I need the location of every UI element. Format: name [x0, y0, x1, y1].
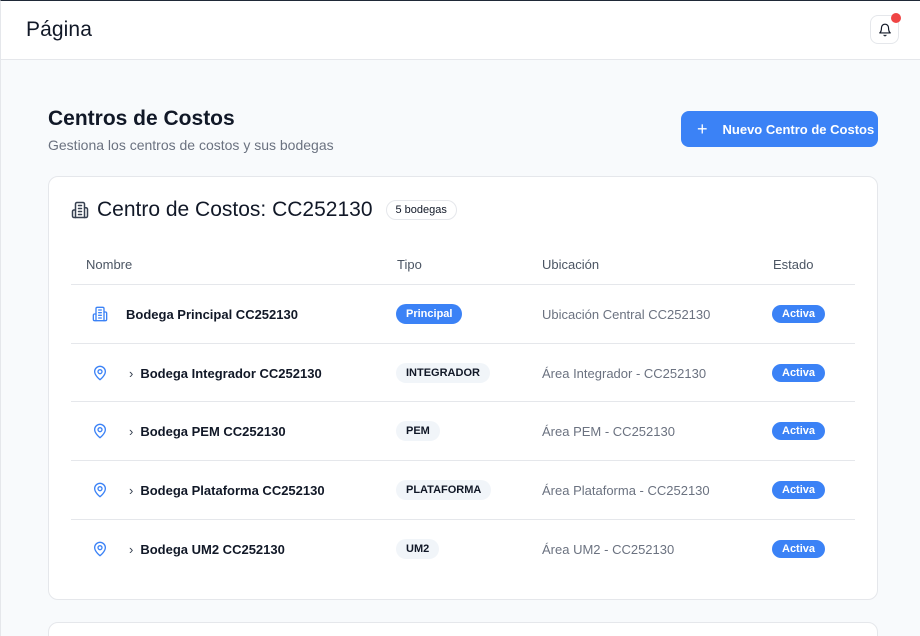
top-bar: Página — [1, 1, 920, 60]
plus-icon: + — [697, 119, 708, 139]
table-row[interactable]: Bodega Principal CC252130 Principal Ubic… — [71, 284, 855, 343]
status-badge: Activa — [772, 364, 826, 382]
map-pin-icon — [94, 423, 106, 439]
table-row[interactable]: › Bodega UM2 CC252130 UM2 Área UM2 - CC2… — [71, 519, 855, 578]
new-cost-center-label: Nuevo Centro de Costos — [722, 121, 875, 137]
location-text: Área Integrador - CC252130 — [542, 365, 707, 381]
status-cell: Activa — [772, 520, 826, 578]
map-pin-icon — [94, 365, 106, 381]
warehouse-name: Bodega Principal CC252130 — [126, 306, 298, 322]
status-cell: Activa — [772, 344, 826, 402]
warehouse-count-badge: 5 bodegas — [385, 200, 457, 220]
table-row[interactable]: › Bodega Plataforma CC252130 PLATAFORMA … — [71, 460, 855, 519]
type-badge: PEM — [396, 421, 440, 441]
type-cell: PLATAFORMA — [396, 461, 492, 519]
page-title: Centros de Costos — [48, 107, 235, 130]
location-text: Ubicación Central CC252130 — [542, 306, 711, 322]
type-badge: UM2 — [396, 539, 440, 559]
notifications-button[interactable] — [870, 13, 901, 44]
status-badge: Activa — [772, 540, 826, 558]
chevron-right-icon[interactable]: › — [129, 483, 133, 498]
type-badge: Principal — [396, 304, 463, 324]
column-header-name[interactable]: Nombre — [86, 257, 132, 272]
warehouse-name: Bodega UM2 CC252130 — [140, 541, 285, 557]
name-cell: › Bodega PEM CC252130 — [71, 402, 396, 460]
status-cell: Activa — [772, 461, 826, 519]
map-pin-icon — [94, 541, 106, 557]
name-cell: › Bodega Plataforma CC252130 — [71, 461, 396, 519]
type-cell: UM2 — [396, 520, 440, 578]
status-badge: Activa — [772, 481, 826, 499]
table-row[interactable]: › Bodega PEM CC252130 PEM Área PEM - CC2… — [71, 401, 855, 460]
table-row[interactable]: › Bodega Integrador CC252130 INTEGRADOR … — [71, 343, 855, 402]
type-cell: INTEGRADOR — [396, 344, 490, 402]
building-icon — [92, 306, 108, 322]
chevron-right-icon[interactable]: › — [129, 424, 133, 439]
name-cell: › Bodega Integrador CC252130 — [71, 344, 396, 402]
status-cell: Activa — [772, 402, 826, 460]
chevron-right-icon[interactable]: › — [129, 542, 133, 557]
map-pin-icon — [94, 482, 106, 498]
column-header-type[interactable]: Tipo — [397, 257, 422, 272]
status-badge: Activa — [772, 422, 826, 440]
type-badge: PLATAFORMA — [396, 480, 492, 500]
cost-center-header: Centro de Costos: CC252130 5 bodegas — [71, 198, 457, 222]
cost-center-card: Centro de Costos: CC252130 5 bodegas Nom… — [48, 176, 878, 600]
warehouse-name: Bodega Integrador CC252130 — [140, 365, 322, 381]
name-cell: Bodega Principal CC252130 — [71, 285, 396, 343]
chevron-right-icon[interactable]: › — [129, 366, 133, 381]
warehouse-name: Bodega Plataforma CC252130 — [140, 482, 325, 498]
next-cost-center-card — [48, 622, 878, 636]
building-icon — [71, 201, 89, 219]
type-cell: Principal — [396, 285, 463, 343]
page-heading: Página — [26, 18, 92, 41]
notification-dot — [891, 13, 901, 23]
name-cell: › Bodega UM2 CC252130 — [71, 520, 396, 578]
column-header-location[interactable]: Ubicación — [542, 257, 599, 272]
warehouse-name: Bodega PEM CC252130 — [140, 423, 286, 439]
bell-icon — [878, 23, 891, 36]
location-text: Área PEM - CC252130 — [542, 423, 675, 439]
location-text: Área Plataforma - CC252130 — [542, 482, 710, 498]
cost-center-title: Centro de Costos: CC252130 — [97, 198, 373, 221]
location-text: Área UM2 - CC252130 — [542, 541, 675, 557]
type-badge: INTEGRADOR — [396, 363, 490, 383]
new-cost-center-button[interactable]: + Nuevo Centro de Costos — [681, 111, 878, 147]
status-cell: Activa — [772, 285, 826, 343]
type-cell: PEM — [396, 402, 440, 460]
column-header-status[interactable]: Estado — [773, 257, 813, 272]
status-badge: Activa — [772, 305, 826, 323]
page-subtitle: Gestiona los centros de costos y sus bod… — [48, 137, 334, 153]
